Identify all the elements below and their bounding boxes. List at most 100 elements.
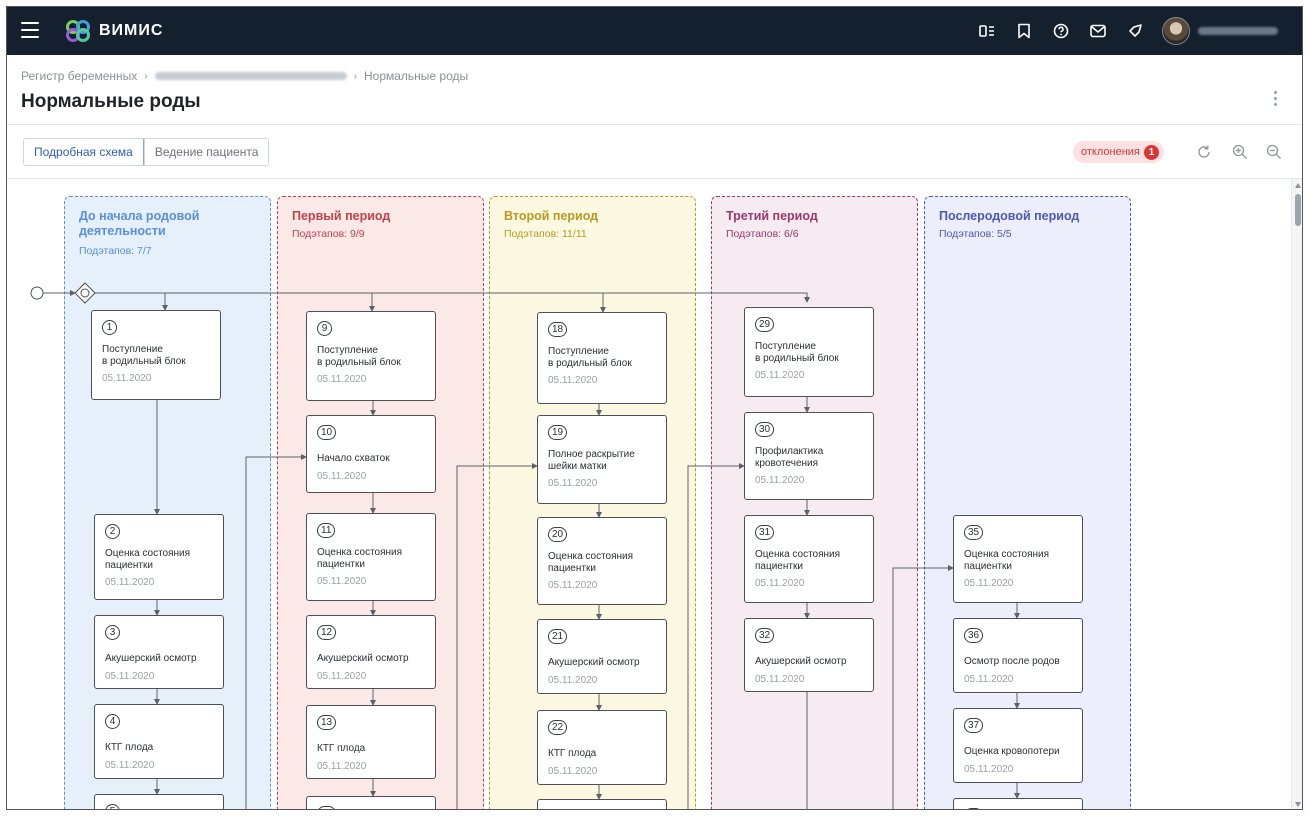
step-date: 05.11.2020 bbox=[548, 580, 598, 591]
breadcrumb: Регистр беременных › › Нормальные роды bbox=[21, 69, 468, 83]
step-title: Акушерский осмотр bbox=[548, 657, 640, 668]
step-card[interactable]: 38 bbox=[953, 798, 1083, 809]
tab-detailed-scheme[interactable]: Подробная схема bbox=[24, 139, 144, 165]
step-date: 05.11.2020 bbox=[964, 764, 1014, 775]
step-card[interactable]: 36 Осмотр после родов 05.11.2020 bbox=[953, 618, 1083, 693]
step-date: 05.11.2020 bbox=[755, 475, 805, 486]
step-date: 05.11.2020 bbox=[105, 577, 155, 588]
help-icon[interactable] bbox=[1051, 21, 1071, 41]
tab-patient-management[interactable]: Ведение пациента bbox=[143, 139, 269, 165]
refresh-icon[interactable] bbox=[1195, 143, 1213, 161]
step-number: 4 bbox=[105, 714, 120, 729]
step-title: Оценка состояния пациентки bbox=[548, 551, 634, 574]
step-card[interactable]: 21 Акушерский осмотр 05.11.2020 bbox=[537, 619, 667, 694]
start-event[interactable] bbox=[30, 286, 44, 300]
step-date: 05.11.2020 bbox=[317, 671, 367, 682]
scroll-thumb[interactable] bbox=[1295, 194, 1301, 226]
step-number: 22 bbox=[548, 720, 568, 735]
step-card[interactable]: 14 bbox=[306, 796, 436, 809]
step-number: 37 bbox=[964, 718, 984, 733]
scroll-down-icon[interactable] bbox=[1295, 802, 1301, 807]
bookmark-icon[interactable] bbox=[1014, 21, 1034, 41]
step-title: Профилактика кровотечения bbox=[755, 446, 824, 469]
vertical-scrollbar[interactable] bbox=[1291, 179, 1302, 809]
step-card[interactable]: 2 Оценка состояния пациентки 05.11.2020 bbox=[94, 514, 224, 600]
user-name-redacted[interactable] bbox=[1198, 27, 1278, 35]
step-card[interactable]: 37 Оценка кровопотери 05.11.2020 bbox=[953, 708, 1083, 783]
scroll-up-icon[interactable] bbox=[1295, 183, 1301, 188]
deviations-label: отклонения bbox=[1081, 146, 1140, 158]
step-date: 05.11.2020 bbox=[548, 766, 598, 777]
mail-icon[interactable] bbox=[1088, 21, 1108, 41]
step-card[interactable]: 19 Полное раскрытие шейки матки 05.11.2020 bbox=[537, 415, 667, 504]
step-number: 23 bbox=[548, 809, 567, 810]
more-vertical-icon[interactable] bbox=[1274, 91, 1278, 109]
step-date: 05.11.2020 bbox=[105, 671, 155, 682]
step-card[interactable]: 31 Оценка состояния пациентки 05.11.2020 bbox=[744, 515, 874, 603]
view-tabs: Подробная схема Ведение пациента bbox=[23, 138, 270, 166]
menu-icon[interactable] bbox=[21, 22, 39, 38]
breadcrumb-root[interactable]: Регистр беременных bbox=[21, 69, 137, 83]
step-number: 1 bbox=[102, 320, 117, 335]
step-number: 38 bbox=[964, 808, 984, 809]
step-card[interactable]: 4 КТГ плода 05.11.2020 bbox=[94, 704, 224, 779]
step-number: 32 bbox=[755, 628, 775, 643]
step-title: Акушерский осмотр bbox=[755, 656, 847, 667]
step-card[interactable]: 29 Поступление в родильный блок 05.11.2020 bbox=[744, 307, 874, 397]
step-card[interactable]: 3 Акушерский осмотр 05.11.2020 bbox=[94, 615, 224, 689]
step-number: 12 bbox=[317, 625, 337, 640]
step-date: 05.11.2020 bbox=[755, 674, 805, 685]
step-date: 05.11.2020 bbox=[105, 760, 155, 771]
avatar[interactable] bbox=[1162, 17, 1190, 45]
step-number: 20 bbox=[548, 527, 568, 542]
step-title: Оценка состояния пациентки bbox=[317, 547, 403, 570]
step-title: Начало схваток bbox=[317, 453, 390, 464]
step-card[interactable]: 5 bbox=[94, 794, 224, 809]
breadcrumb-patient-redacted[interactable] bbox=[154, 72, 347, 80]
step-title: Оценка состояния пациентки bbox=[105, 548, 191, 571]
zoom-out-icon[interactable] bbox=[1265, 143, 1283, 161]
parallel-gateway[interactable] bbox=[74, 282, 96, 304]
deviations-count: 1 bbox=[1143, 144, 1159, 160]
top-bar: ВИМИС bbox=[7, 7, 1302, 55]
step-date: 05.11.2020 bbox=[964, 674, 1014, 685]
step-title: Осмотр после родов bbox=[964, 656, 1060, 667]
step-card[interactable]: 12 Акушерский осмотр 05.11.2020 bbox=[306, 615, 436, 689]
step-card[interactable]: 23 bbox=[537, 799, 667, 810]
step-card[interactable]: 20 Оценка состояния пациентки 05.11.2020 bbox=[537, 517, 667, 605]
step-number: 21 bbox=[548, 629, 568, 644]
step-card[interactable]: 18 Поступление в родильный блок 05.11.2020 bbox=[537, 312, 667, 404]
step-title: Полное раскрытие шейки матки bbox=[548, 449, 635, 472]
app-window: ВИМИС Регистр беременных › › Нормальные … bbox=[6, 6, 1303, 810]
step-title: Акушерский осмотр bbox=[105, 653, 197, 664]
columns-icon[interactable] bbox=[977, 21, 997, 41]
step-number: 29 bbox=[755, 317, 775, 332]
step-date: 05.11.2020 bbox=[317, 374, 367, 385]
step-number: 31 bbox=[755, 525, 775, 540]
step-card[interactable]: 10 Начало схваток 05.11.2020 bbox=[306, 415, 436, 493]
step-card[interactable]: 30 Профилактика кровотечения 05.11.2020 bbox=[744, 412, 874, 500]
step-card[interactable]: 32 Акушерский осмотр 05.11.2020 bbox=[744, 618, 874, 692]
step-card[interactable]: 1 Поступление в родильный блок 05.11.2020 bbox=[91, 310, 221, 400]
step-number: 36 bbox=[964, 628, 984, 643]
step-number: 3 bbox=[105, 625, 120, 640]
step-date: 05.11.2020 bbox=[317, 471, 367, 482]
step-card[interactable]: 13 КТГ плода 05.11.2020 bbox=[306, 705, 436, 779]
zoom-in-icon[interactable] bbox=[1231, 143, 1249, 161]
step-title: Поступление в родильный блок bbox=[102, 344, 186, 367]
step-card[interactable]: 35 Оценка состояния пациентки 05.11.2020 bbox=[953, 515, 1083, 603]
step-title: Акушерский осмотр bbox=[317, 653, 409, 664]
step-number: 13 bbox=[317, 715, 337, 730]
vimis-logo-icon bbox=[66, 20, 90, 42]
step-number: 11 bbox=[317, 523, 336, 538]
process-diagram-canvas[interactable]: До начала родовой деятельности Подэтапов… bbox=[7, 179, 1290, 810]
step-date: 05.11.2020 bbox=[548, 675, 598, 686]
step-card[interactable]: 9 Поступление в родильный блок 05.11.2020 bbox=[306, 311, 436, 401]
step-number: 35 bbox=[964, 525, 984, 540]
step-card[interactable]: 22 КТГ плода 05.11.2020 bbox=[537, 710, 667, 785]
step-number: 5 bbox=[105, 804, 120, 809]
step-card[interactable]: 11 Оценка состояния пациентки 05.11.2020 bbox=[306, 513, 436, 601]
rocket-icon[interactable] bbox=[1125, 21, 1145, 41]
step-number: 14 bbox=[317, 806, 337, 809]
deviations-badge[interactable]: отклонения 1 bbox=[1073, 141, 1164, 163]
